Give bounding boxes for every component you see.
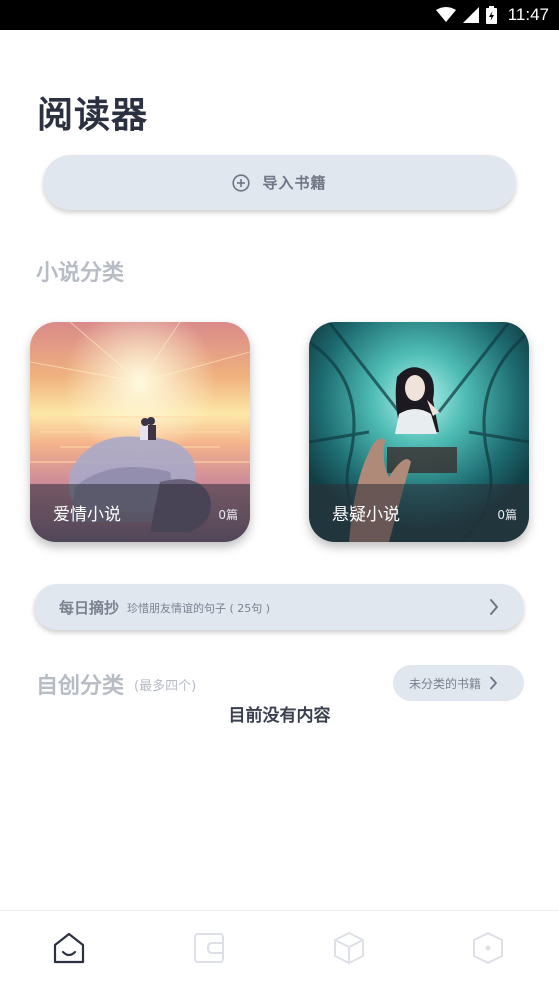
daily-excerpt-title: 每日摘抄	[59, 599, 120, 617]
signal-icon	[462, 7, 479, 23]
empty-state-text: 目前没有内容	[228, 706, 331, 726]
uncategorized-books-button[interactable]: 未分类的书籍	[393, 665, 524, 701]
battery-icon	[485, 6, 497, 24]
card-count: 0篇	[218, 508, 238, 522]
card-label: 悬疑小说	[332, 505, 400, 525]
status-time: 11:47	[507, 5, 549, 24]
wallet-icon	[194, 933, 224, 963]
tab-hexagon[interactable]	[468, 928, 508, 968]
tab-home[interactable]	[49, 928, 89, 968]
page-title: 阅读器	[37, 95, 149, 136]
card-romance-novel[interactable]: 爱情小说 0篇	[30, 322, 250, 542]
bottom-tab-bar	[0, 910, 559, 995]
custom-category-limit-note: (最多四个)	[134, 679, 197, 694]
status-icons: 11:47	[435, 0, 549, 30]
cube-icon	[334, 932, 364, 964]
home-icon	[53, 932, 85, 964]
wifi-icon	[435, 7, 456, 22]
status-bar: 11:47	[0, 0, 559, 30]
daily-excerpt-subtitle: 珍惜朋友情谊的句子 ( 25句 )	[127, 602, 271, 615]
import-books-label: 导入书籍	[262, 174, 327, 192]
hexagon-icon	[473, 932, 503, 964]
chevron-right-icon	[490, 676, 497, 690]
tab-wallet[interactable]	[189, 928, 229, 968]
card-mystery-novel[interactable]: 悬疑小说 0篇	[309, 322, 529, 542]
import-books-button[interactable]: 导入书籍	[43, 155, 516, 210]
plus-circle-icon	[232, 173, 251, 192]
tab-cube[interactable]	[329, 928, 369, 968]
custom-category-title: 自创分类	[36, 674, 125, 699]
card-count: 0篇	[497, 508, 517, 522]
card-label: 爱情小说	[53, 505, 121, 525]
chevron-right-icon	[490, 599, 498, 615]
uncategorized-books-label: 未分类的书籍	[409, 676, 482, 691]
novel-category-title: 小说分类	[36, 261, 125, 286]
daily-excerpt-bar[interactable]: 每日摘抄 珍惜朋友情谊的句子 ( 25句 )	[34, 584, 524, 630]
